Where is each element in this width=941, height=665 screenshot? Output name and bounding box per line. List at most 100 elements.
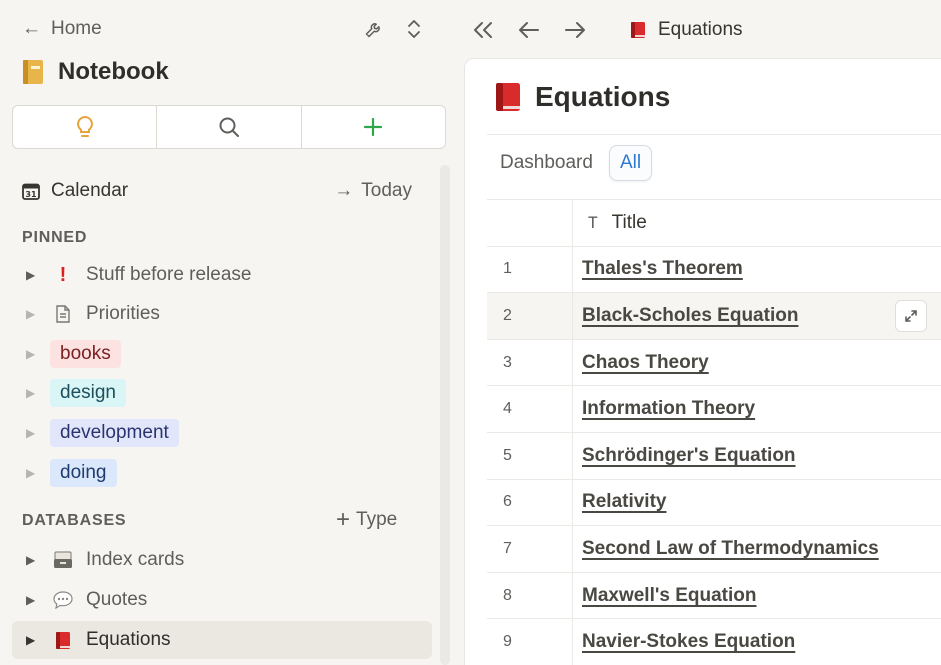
home-label: Home xyxy=(51,18,102,39)
tag-design: design xyxy=(50,379,126,407)
row-number-header xyxy=(487,200,573,246)
double-chevron-left-icon xyxy=(474,22,492,38)
table-row[interactable]: 5 Schrödinger's Equation xyxy=(487,431,941,479)
row-title-link[interactable]: Schrödinger's Equation xyxy=(582,445,796,467)
ideas-button[interactable] xyxy=(13,106,158,148)
row-number: 6 xyxy=(487,479,573,526)
sidebar: ← Home Notebook 31 Calendar → Today PINN… xyxy=(0,0,452,665)
plus-icon xyxy=(364,117,383,137)
table-row[interactable]: 7 Second Law of Thermodynamics xyxy=(487,525,941,572)
calendar-row[interactable]: 31 Calendar → Today xyxy=(22,178,412,204)
row-number: 1 xyxy=(487,246,573,293)
document-icon xyxy=(52,305,74,323)
column-title-label: Title xyxy=(611,211,647,233)
row-number: 4 xyxy=(487,386,573,432)
expand-arrows-icon xyxy=(905,310,917,322)
add-type-button[interactable]: + Type xyxy=(336,508,397,532)
today-link[interactable]: → Today xyxy=(334,180,412,202)
calendar-icon: 31 xyxy=(22,183,40,200)
red-book-icon xyxy=(52,631,74,650)
expand-triangle-icon[interactable]: ▶ xyxy=(26,268,36,282)
tag-doing: doing xyxy=(50,459,117,487)
row-title-link[interactable]: Black-Scholes Equation xyxy=(582,305,798,327)
main-navbar: Equations xyxy=(470,14,743,46)
table-header-row: T Title xyxy=(487,199,941,246)
pinned-item-design[interactable]: ▶ design xyxy=(12,376,432,410)
table-row[interactable]: 1 Thales's Theorem xyxy=(487,245,941,293)
expand-triangle-icon[interactable]: ▶ xyxy=(26,593,36,607)
notebook-icon xyxy=(23,60,43,84)
table-row[interactable]: 4 Information Theory xyxy=(487,385,941,432)
database-item-label: Index cards xyxy=(86,549,185,570)
notebook-title-text: Notebook xyxy=(58,58,169,85)
red-book-icon xyxy=(631,22,645,38)
database-item-quotes[interactable]: ▶ Quotes xyxy=(12,583,432,617)
row-number: 5 xyxy=(487,432,573,479)
red-book-icon xyxy=(496,83,520,111)
pinned-item-books[interactable]: ▶ books xyxy=(12,337,432,371)
calendar-label: Calendar xyxy=(51,180,129,201)
speech-bubble-icon xyxy=(52,591,74,609)
view-tabs: Dashboard All xyxy=(500,145,668,181)
database-item-label: Equations xyxy=(86,629,171,650)
row-title-link[interactable]: Navier-Stokes Equation xyxy=(582,631,795,653)
breadcrumb-label: Equations xyxy=(658,19,743,40)
pinned-item-label: Priorities xyxy=(86,303,160,324)
row-number: 2 xyxy=(487,293,573,339)
breadcrumb[interactable]: Equations xyxy=(630,19,743,41)
text-type-icon: T xyxy=(588,213,598,233)
wrench-icon[interactable] xyxy=(362,17,386,41)
pinned-item-doing[interactable]: ▶ doing xyxy=(12,456,432,490)
expand-triangle-icon[interactable]: ▶ xyxy=(26,386,36,400)
add-button[interactable] xyxy=(302,106,445,148)
row-title-link[interactable]: Thales's Theorem xyxy=(582,258,743,280)
svg-text:31: 31 xyxy=(25,190,37,199)
expand-triangle-icon[interactable]: ▶ xyxy=(26,347,36,361)
expand-triangle-icon[interactable]: ▶ xyxy=(26,553,36,567)
table-row[interactable]: 2 Black-Scholes Equation xyxy=(487,292,941,339)
pinned-item-development[interactable]: ▶ development xyxy=(12,416,432,450)
type-label: Type xyxy=(356,509,398,530)
back-button[interactable] xyxy=(516,17,542,43)
sidebar-scrollbar[interactable] xyxy=(440,165,450,665)
tab-all[interactable]: All xyxy=(608,145,653,181)
table-row[interactable]: 9 Navier-Stokes Equation xyxy=(487,618,941,665)
card-file-icon xyxy=(52,551,74,569)
arrow-right-icon: → xyxy=(334,180,354,201)
pinned-item-stuff-before-release[interactable]: ▶ ! Stuff before release xyxy=(12,258,432,292)
open-row-button[interactable] xyxy=(895,300,927,333)
pinned-item-label: Stuff before release xyxy=(86,264,252,285)
row-title-link[interactable]: Second Law of Thermodynamics xyxy=(582,538,879,560)
row-number: 9 xyxy=(487,619,573,665)
expand-triangle-icon[interactable]: ▶ xyxy=(26,307,36,321)
row-title-link[interactable]: Maxwell's Equation xyxy=(582,585,757,607)
title-divider xyxy=(487,134,941,135)
expand-triangle-icon[interactable]: ▶ xyxy=(26,466,36,480)
row-title-link[interactable]: Information Theory xyxy=(582,398,755,420)
sidebar-topbar: ← Home xyxy=(22,14,426,44)
table-row[interactable]: 3 Chaos Theory xyxy=(487,338,941,386)
tag-development: development xyxy=(50,419,179,447)
row-number: 3 xyxy=(487,339,573,386)
forward-button[interactable] xyxy=(562,17,588,43)
tab-dashboard[interactable]: Dashboard xyxy=(500,146,593,180)
row-title-link[interactable]: Chaos Theory xyxy=(582,352,709,374)
table-row[interactable]: 6 Relativity xyxy=(487,478,941,526)
table-row[interactable]: 8 Maxwell's Equation xyxy=(487,571,941,619)
row-number: 7 xyxy=(487,526,573,572)
search-button[interactable] xyxy=(157,106,302,148)
home-link[interactable]: ← Home xyxy=(22,18,102,40)
expand-triangle-icon[interactable]: ▶ xyxy=(26,633,36,647)
chevron-up-down-icon[interactable] xyxy=(402,17,426,41)
today-label: Today xyxy=(361,180,412,201)
database-item-equations[interactable]: ▶ Equations xyxy=(12,621,432,659)
notebook-title: Notebook xyxy=(22,58,169,86)
title-column-header[interactable]: T Title xyxy=(573,200,941,246)
lightbulb-icon xyxy=(76,115,93,137)
expand-triangle-icon[interactable]: ▶ xyxy=(26,426,36,440)
database-item-index-cards[interactable]: ▶ Index cards xyxy=(12,543,432,577)
row-title-link[interactable]: Relativity xyxy=(582,491,666,513)
pinned-item-priorities[interactable]: ▶ Priorities xyxy=(12,297,432,331)
collapse-sidebar-button[interactable] xyxy=(470,17,496,43)
page-title: Equations xyxy=(495,81,670,113)
